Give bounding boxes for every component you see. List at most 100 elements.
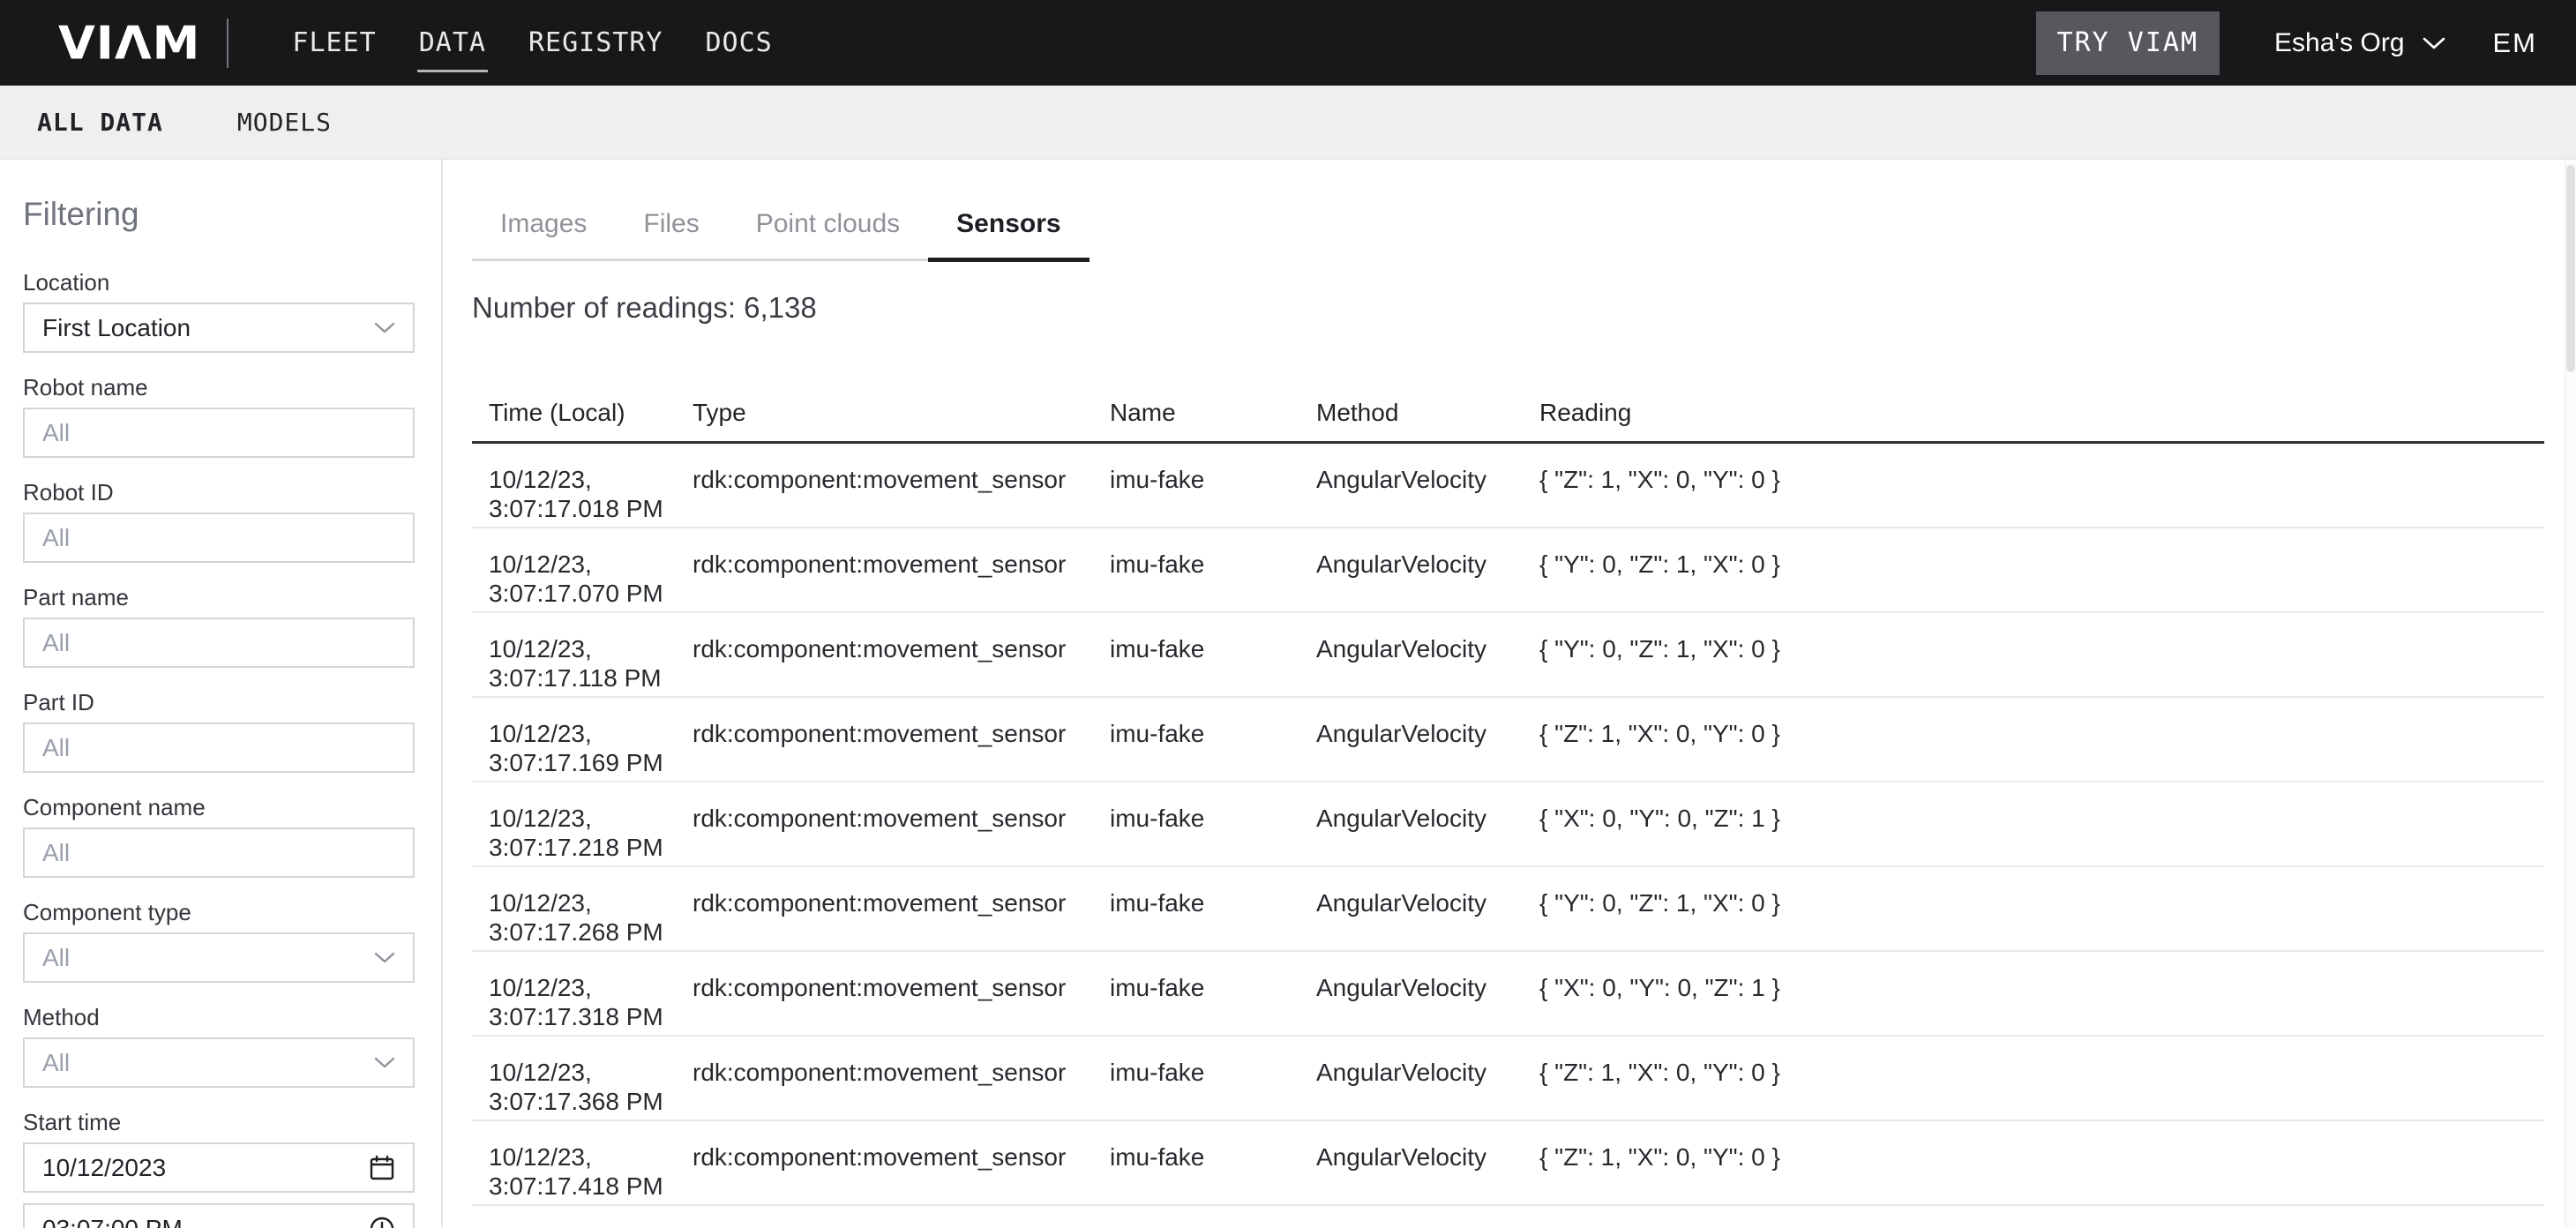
method-cell: AngularVelocity	[1316, 1120, 1539, 1205]
nav-link-registry[interactable]: REGISTRY	[528, 28, 663, 58]
chevron-down-icon	[374, 322, 395, 334]
clock-icon[interactable]	[369, 1216, 395, 1228]
time-cell: 10/12/23,3:07:17.368 PM	[472, 1036, 693, 1120]
table-row[interactable]: 10/12/23,3:07:17.018 PM rdk:component:mo…	[472, 443, 2544, 528]
table-row[interactable]: 10/12/23,3:07:17.070 PM rdk:component:mo…	[472, 528, 2544, 612]
type-cell: rdk:component:movement_sensor	[693, 443, 1110, 528]
component-name-field: Component name	[23, 796, 415, 878]
component-type-select-value: All	[42, 944, 374, 972]
type-cell: rdk:component:movement_sensor	[693, 782, 1110, 866]
type-cell: rdk:component:movement_sensor	[693, 697, 1110, 782]
name-cell: imu-fake	[1110, 443, 1316, 528]
component-type-field: Component type All	[23, 901, 415, 983]
type-cell: rdk:component:movement_sensor	[693, 951, 1110, 1036]
location-field: Location First Location	[23, 271, 415, 353]
calendar-icon[interactable]	[369, 1155, 395, 1181]
start-time-input[interactable]: 03:07:00 PM	[23, 1203, 415, 1228]
table-row[interactable]: 10/12/23,3:07:17.418 PM rdk:component:mo…	[472, 1120, 2544, 1205]
tab-files[interactable]: Files	[615, 211, 727, 258]
column-header-type: Type	[693, 373, 1110, 443]
location-select[interactable]: First Location	[23, 303, 415, 353]
robot-id-input[interactable]	[23, 513, 415, 563]
time-cell: 10/12/23,3:07:17.268 PM	[472, 866, 693, 951]
vertical-scrollbar[interactable]	[2565, 160, 2576, 1227]
part-id-field: Part ID	[23, 691, 415, 773]
tab-images[interactable]: Images	[472, 211, 615, 258]
part-id-label: Part ID	[23, 691, 415, 714]
reading-cell: { "X": 0, "Y": 0, "Z": 1 }	[1539, 782, 2544, 866]
method-cell: AngularVelocity	[1316, 782, 1539, 866]
component-name-input[interactable]	[23, 827, 415, 878]
reading-cell: { "Y": 0, "Z": 1, "X": 0 }	[1539, 528, 2544, 612]
name-cell: imu-fake	[1110, 782, 1316, 866]
start-date-input[interactable]: 10/12/2023	[23, 1142, 415, 1193]
table-row[interactable]: 10/12/23,3:07:17.169 PM rdk:component:mo…	[472, 697, 2544, 782]
robot-name-input[interactable]	[23, 408, 415, 458]
method-field: Method All	[23, 1006, 415, 1088]
tab-models[interactable]: MODELS	[237, 108, 332, 137]
nav-right-group: TRY VIAM Esha's Org EM	[2036, 11, 2576, 75]
time-cell: 10/12/23,3:07:17.318 PM	[472, 951, 693, 1036]
name-cell: imu-fake	[1110, 1036, 1316, 1120]
try-viam-button[interactable]: TRY VIAM	[2036, 11, 2220, 75]
column-header-reading: Reading	[1539, 373, 2544, 443]
part-name-input[interactable]	[23, 618, 415, 668]
name-cell: imu-fake	[1110, 1120, 1316, 1205]
avatar[interactable]: EM	[2493, 27, 2538, 59]
part-id-input[interactable]	[23, 723, 415, 773]
chevron-down-icon	[2422, 36, 2445, 50]
time-cell: 10/12/23,3:07:17.169 PM	[472, 697, 693, 782]
name-cell: imu-fake	[1110, 612, 1316, 697]
robot-name-field: Robot name	[23, 376, 415, 458]
reading-cell: { "Z": 1, "X": 0, "Y": 0 }	[1539, 1036, 2544, 1120]
nav-link-data[interactable]: DATA	[419, 28, 486, 58]
top-nav: VIΛM FLEET DATA REGISTRY DOCS TRY VIAM E…	[0, 0, 2576, 86]
start-time-field: Start time 10/12/2023 03:07:00 PM	[23, 1111, 415, 1228]
method-cell: AngularVelocity	[1316, 951, 1539, 1036]
part-name-label: Part name	[23, 586, 415, 609]
component-name-label: Component name	[23, 796, 415, 819]
org-name: Esha's Org	[2274, 28, 2404, 58]
org-switcher[interactable]: Esha's Org	[2274, 28, 2445, 58]
start-date-value: 10/12/2023	[42, 1154, 166, 1182]
scrollbar-thumb[interactable]	[2566, 165, 2575, 372]
tab-point-clouds[interactable]: Point clouds	[728, 211, 928, 258]
table-row[interactable]: 10/12/23,3:07:17.218 PM rdk:component:mo…	[472, 782, 2544, 866]
method-select[interactable]: All	[23, 1037, 415, 1088]
reading-cell: { "Y": 0, "Z": 1, "X": 0 }	[1539, 866, 2544, 951]
reading-cell: { "X": 0, "Y": 0, "Z": 1 }	[1539, 951, 2544, 1036]
table-row[interactable]: 10/12/23,3:07:17.318 PM rdk:component:mo…	[472, 951, 2544, 1036]
name-cell: imu-fake	[1110, 866, 1316, 951]
readings-count: Number of readings: 6,138	[472, 293, 2576, 323]
table-row[interactable]: 10/12/23,3:07:17.368 PM rdk:component:mo…	[472, 1036, 2544, 1120]
robot-id-label: Robot ID	[23, 481, 415, 504]
primary-nav-links: FLEET DATA REGISTRY DOCS	[292, 28, 772, 58]
method-cell: AngularVelocity	[1316, 697, 1539, 782]
filtering-title: Filtering	[23, 197, 416, 232]
time-cell: 10/12/23,3:07:17.070 PM	[472, 528, 693, 612]
column-header-method: Method	[1316, 373, 1539, 443]
data-type-tabs: Images Files Point clouds Sensors	[472, 211, 1090, 261]
data-subnav: ALL DATA MODELS	[0, 86, 2576, 160]
chevron-down-icon	[374, 952, 395, 964]
time-cell: 10/12/23,3:07:17.118 PM	[472, 612, 693, 697]
robot-id-field: Robot ID	[23, 481, 415, 563]
column-header-name: Name	[1110, 373, 1316, 443]
component-type-select[interactable]: All	[23, 932, 415, 983]
time-cell: 10/12/23,3:07:17.218 PM	[472, 782, 693, 866]
nav-link-fleet[interactable]: FLEET	[292, 28, 376, 58]
method-cell: AngularVelocity	[1316, 443, 1539, 528]
robot-name-label: Robot name	[23, 376, 415, 399]
tab-sensors[interactable]: Sensors	[928, 211, 1089, 258]
component-type-label: Component type	[23, 901, 415, 924]
table-row[interactable]: 10/12/23,3:07:17.118 PM rdk:component:mo…	[472, 612, 2544, 697]
table-row[interactable]: 10/12/23,3:07:17.268 PM rdk:component:mo…	[472, 866, 2544, 951]
method-cell: AngularVelocity	[1316, 1036, 1539, 1120]
type-cell: rdk:component:movement_sensor	[693, 1036, 1110, 1120]
part-name-field: Part name	[23, 586, 415, 668]
nav-link-docs[interactable]: DOCS	[705, 28, 772, 58]
viam-logo[interactable]: VIΛM	[58, 16, 200, 69]
location-select-value: First Location	[42, 314, 374, 342]
tab-all-data[interactable]: ALL DATA	[37, 108, 163, 137]
table-header-row: Time (Local) Type Name Method Reading	[472, 373, 2544, 443]
